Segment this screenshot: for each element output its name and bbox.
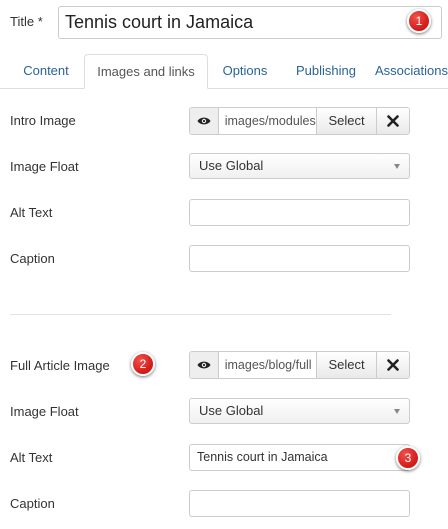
full-article-image-field: images/blog/full Select [189, 351, 410, 379]
close-icon [387, 115, 399, 127]
full-article-image-select-button[interactable]: Select [315, 352, 377, 378]
full-caption-label: Caption [10, 496, 55, 511]
full-alt-text-input[interactable]: Tennis court in Jamaica [189, 444, 410, 471]
callout-badge-2: 2 [131, 352, 155, 376]
full-image-float-label: Image Float [10, 404, 79, 419]
eye-icon[interactable] [190, 352, 219, 378]
intro-alt-text-label: Alt Text [10, 205, 53, 220]
full-article-image-path[interactable]: images/blog/full [218, 352, 316, 378]
callout-badge-3: 3 [396, 446, 420, 470]
full-image-float-select[interactable]: Use Global [189, 398, 410, 424]
tab-associations[interactable]: Associations [375, 54, 448, 89]
title-label: Title * [10, 14, 43, 29]
tab-images-and-links[interactable]: Images and links [84, 54, 208, 89]
intro-image-label: Intro Image [10, 113, 76, 128]
intro-image-path[interactable]: images/modules [218, 108, 316, 134]
tab-options[interactable]: Options [212, 54, 278, 89]
intro-alt-text-input[interactable] [189, 199, 410, 226]
tab-content[interactable]: Content [10, 54, 82, 89]
callout-badge-1: 1 [407, 9, 431, 33]
full-article-image-label: Full Article Image [10, 358, 110, 373]
intro-caption-label: Caption [10, 251, 55, 266]
intro-image-field: images/modules Select [189, 107, 410, 135]
intro-image-select-button[interactable]: Select [315, 108, 377, 134]
full-alt-text-label: Alt Text [10, 450, 53, 465]
intro-image-float-value: Use Global [199, 158, 264, 173]
full-image-float-value: Use Global [199, 403, 264, 418]
section-divider [10, 314, 391, 315]
caret-down-icon [394, 409, 400, 414]
close-icon [387, 359, 399, 371]
full-caption-input[interactable] [189, 490, 410, 517]
caret-down-icon [394, 164, 400, 169]
tab-publishing[interactable]: Publishing [284, 54, 368, 89]
eye-icon[interactable] [190, 108, 219, 134]
title-input[interactable]: Tennis court in Jamaica [58, 6, 442, 39]
intro-image-float-select[interactable]: Use Global [189, 153, 410, 179]
full-article-image-clear-button[interactable] [376, 352, 409, 378]
intro-caption-input[interactable] [189, 245, 410, 272]
intro-image-clear-button[interactable] [376, 108, 409, 134]
intro-image-float-label: Image Float [10, 159, 79, 174]
